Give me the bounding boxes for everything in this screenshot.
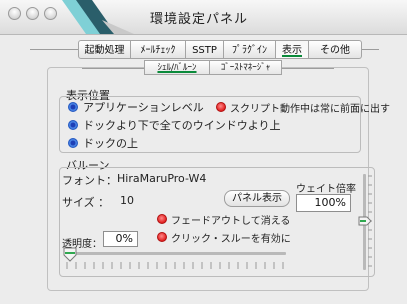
- app-logo-icon: [62, 0, 134, 34]
- tab-divider: [30, 49, 78, 50]
- tab-plugin[interactable]: ﾌﾟﾗｸﾞｲﾝ: [224, 40, 276, 59]
- below-dock-label: ドックより下で全てのウインドウより上: [83, 119, 281, 132]
- wait-ratio-slider[interactable]: [358, 170, 372, 274]
- radio-application-level[interactable]: [68, 102, 78, 112]
- opacity-slider[interactable]: [62, 246, 292, 272]
- size-label: サイズ ：: [62, 196, 110, 209]
- font-label: フォント：: [62, 174, 117, 187]
- subtab-shell-balloon[interactable]: ｼｪﾙ/ﾊﾞﾙｰﾝ: [144, 60, 210, 75]
- subtab-divider: [282, 68, 334, 69]
- script-front-label: スクリプト動作中は常に前面に出す: [230, 104, 390, 115]
- click-through-checkbox[interactable]: [157, 232, 167, 242]
- tab-display[interactable]: 表示: [276, 40, 309, 59]
- tab-mail-check[interactable]: ﾒｰﾙﾁｪｯｸ: [131, 40, 186, 59]
- zoom-window-button[interactable]: [44, 7, 57, 20]
- panel-display-button[interactable]: パネル表示: [224, 190, 290, 207]
- preferences-window: 環境設定パネル 起動処理 ﾒｰﾙﾁｪｯｸ SSTP ﾌﾟﾗｸﾞｲﾝ 表示 その他…: [0, 0, 407, 304]
- tab-divider: [362, 49, 379, 50]
- above-dock-label: ドックの上: [83, 137, 138, 150]
- application-level-label: アプリケーションレベル: [83, 101, 204, 114]
- close-window-button[interactable]: [8, 7, 21, 20]
- font-value: HiraMaruPro-W4: [117, 172, 207, 185]
- wait-ratio-label: ウェイト倍率: [296, 184, 356, 195]
- fade-out-checkbox[interactable]: [157, 214, 167, 224]
- wait-ratio-field[interactable]: 100%: [296, 194, 351, 212]
- click-through-label: クリック・スルーを有効に: [171, 234, 291, 245]
- size-value: 10: [120, 194, 134, 207]
- script-front-checkbox[interactable]: [216, 102, 226, 112]
- subtab-divider: [82, 68, 144, 69]
- radio-below-dock[interactable]: [68, 120, 78, 130]
- subtab-ghost-manager[interactable]: ｺﾞｰｽﾄﾏﾈｰｼﾞｬ: [210, 60, 282, 75]
- window-title: 環境設定パネル: [150, 12, 249, 27]
- minimize-window-button[interactable]: [26, 7, 39, 20]
- tab-other[interactable]: その他: [309, 40, 362, 59]
- fade-out-label: フェードアウトして消える: [171, 216, 291, 227]
- tab-startup[interactable]: 起動処理: [78, 40, 131, 59]
- title-bar[interactable]: 環境設定パネル: [0, 0, 407, 35]
- radio-above-dock[interactable]: [68, 138, 78, 148]
- opacity-field[interactable]: 0%: [103, 231, 138, 247]
- tab-sstp[interactable]: SSTP: [186, 40, 224, 59]
